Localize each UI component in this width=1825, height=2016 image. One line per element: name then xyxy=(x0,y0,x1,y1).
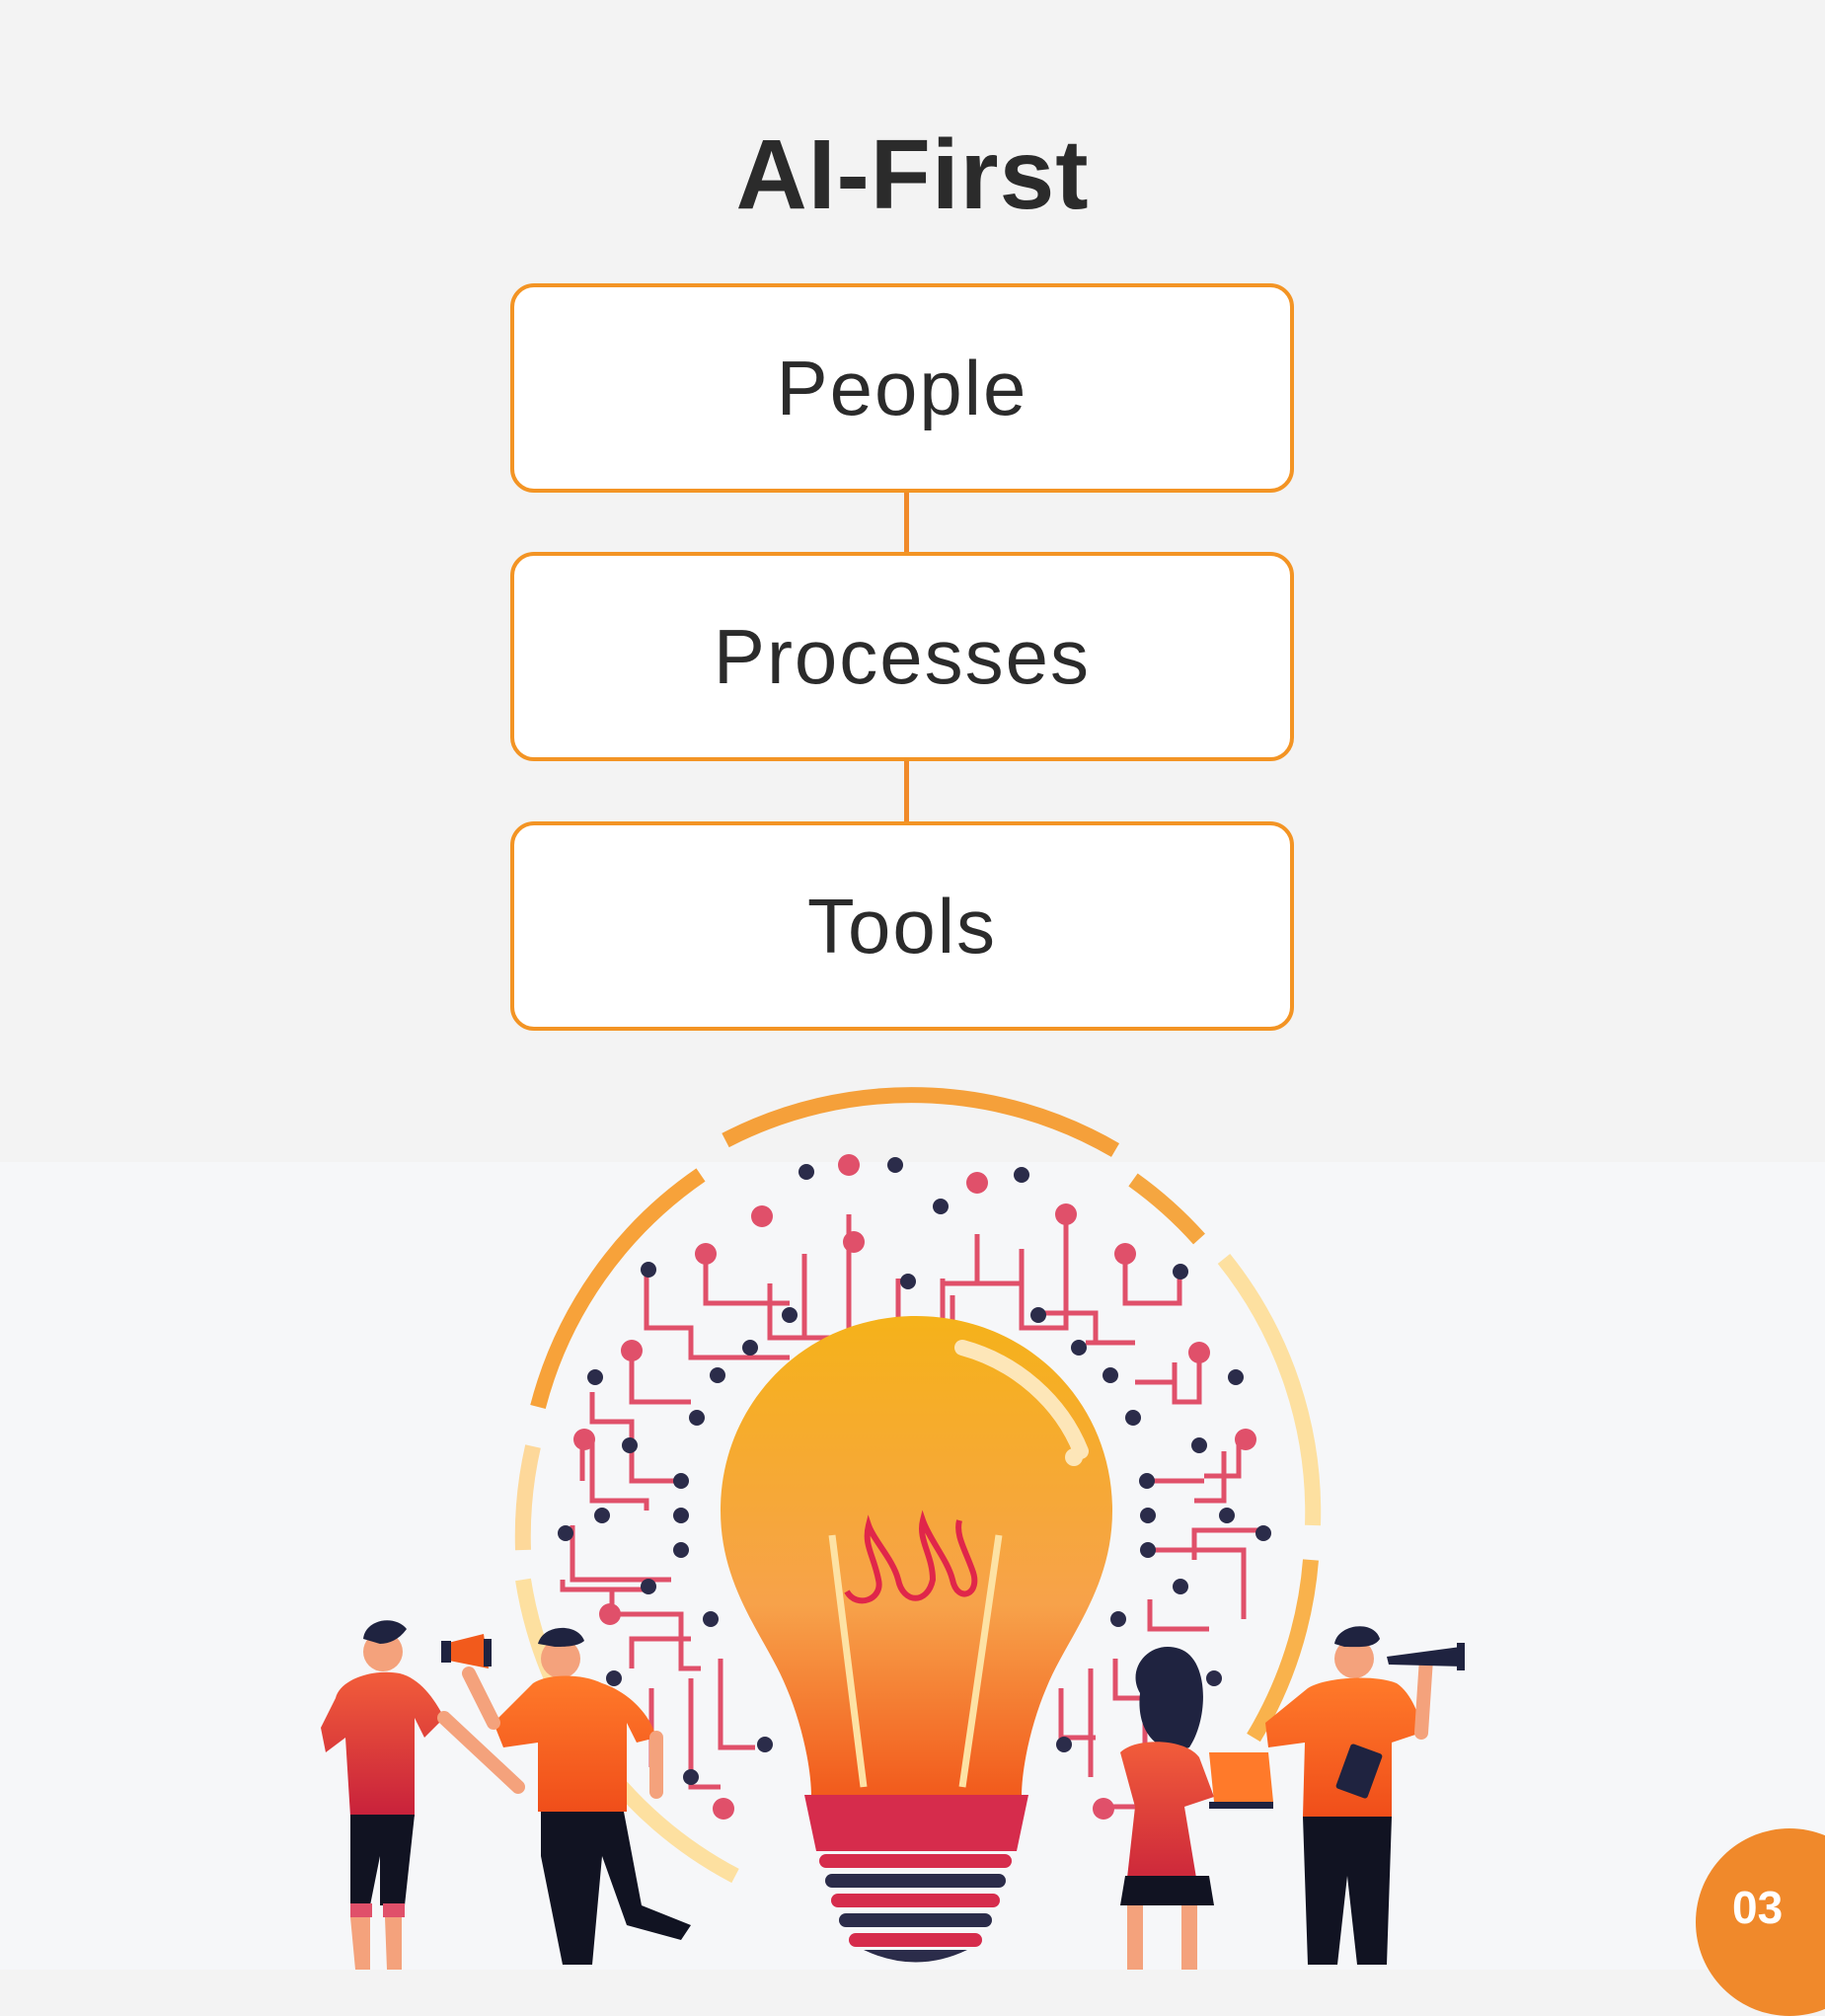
box-tools-label: Tools xyxy=(806,882,998,969)
page-number: 03 xyxy=(1732,1882,1784,1933)
megaphone-icon xyxy=(441,1634,492,1668)
lightbulb xyxy=(721,1316,1112,1963)
connector-people-processes xyxy=(904,493,909,552)
connector-processes-tools xyxy=(904,761,909,821)
box-processes-label: Processes xyxy=(713,612,1092,700)
diagram-title: AI-First xyxy=(735,119,1090,230)
laptop-icon xyxy=(1209,1752,1273,1809)
person-left-2 xyxy=(462,1627,691,1965)
lightbulb-illustration xyxy=(321,1087,1465,1970)
person-left-1 xyxy=(321,1620,525,1970)
box-people-label: People xyxy=(776,344,1028,431)
box-tools: Tools xyxy=(510,821,1294,1031)
box-processes: Processes xyxy=(510,552,1294,761)
box-people: People xyxy=(510,283,1294,493)
